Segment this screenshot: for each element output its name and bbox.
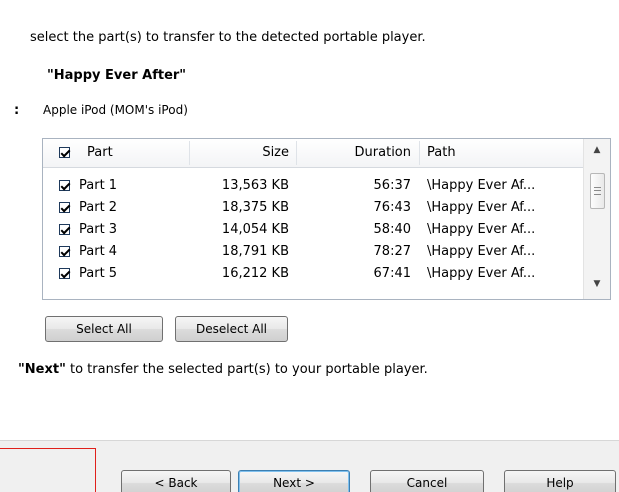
book-title: "Happy Ever After" bbox=[47, 68, 187, 83]
part-name: Part 1 bbox=[79, 178, 118, 193]
scrollbar-thumb[interactable] bbox=[590, 173, 605, 209]
help-button[interactable]: Help bbox=[504, 470, 616, 492]
parts-list[interactable]: Part Size Duration Path Part 1 13,563 KB… bbox=[42, 138, 611, 300]
column-header-size[interactable]: Size bbox=[193, 139, 289, 167]
next-instruction: "Next" to transfer the selected part(s) … bbox=[18, 362, 428, 377]
row-checkbox[interactable] bbox=[59, 224, 70, 235]
part-size: 13,563 KB bbox=[221, 178, 289, 193]
part-size: 18,375 KB bbox=[221, 200, 289, 215]
list-item[interactable]: Part 3 14,054 KB 58:40 \Happy Ever Af... bbox=[43, 219, 583, 241]
annotation-highlight-box bbox=[0, 448, 96, 492]
part-size: 16,212 KB bbox=[221, 266, 289, 281]
deselect-all-button[interactable]: Deselect All bbox=[175, 316, 288, 342]
row-checkbox[interactable] bbox=[59, 268, 70, 279]
part-name: Part 3 bbox=[79, 222, 118, 237]
row-checkbox[interactable] bbox=[59, 180, 70, 191]
part-duration: 67:41 bbox=[373, 266, 411, 281]
part-name: Part 5 bbox=[79, 266, 118, 281]
device-label-prefix: : bbox=[14, 103, 20, 118]
part-duration: 76:43 bbox=[373, 200, 411, 215]
back-button[interactable]: < Back bbox=[121, 470, 231, 492]
column-divider bbox=[419, 141, 420, 165]
scroll-up-arrow-icon[interactable]: ▲ bbox=[584, 139, 610, 161]
part-path: \Happy Ever Af... bbox=[427, 200, 536, 215]
part-path: \Happy Ever Af... bbox=[427, 266, 536, 281]
scroll-down-arrow-icon[interactable]: ▼ bbox=[584, 273, 610, 295]
select-all-checkbox[interactable] bbox=[59, 147, 70, 158]
cancel-button[interactable]: Cancel bbox=[370, 470, 484, 492]
list-item[interactable]: Part 1 13,563 KB 56:37 \Happy Ever Af... bbox=[43, 175, 583, 197]
footer-divider bbox=[0, 440, 619, 441]
row-checkbox[interactable] bbox=[59, 246, 70, 257]
list-rows: Part 1 13,563 KB 56:37 \Happy Ever Af...… bbox=[43, 175, 583, 285]
list-item[interactable]: Part 2 18,375 KB 76:43 \Happy Ever Af... bbox=[43, 197, 583, 219]
next-instruction-text: to transfer the selected part(s) to your… bbox=[65, 362, 428, 377]
part-size: 14,054 KB bbox=[221, 222, 289, 237]
part-duration: 58:40 bbox=[373, 222, 411, 237]
part-name: Part 2 bbox=[79, 200, 118, 215]
column-divider bbox=[296, 141, 297, 165]
next-keyword: "Next" bbox=[18, 362, 66, 377]
column-header-path[interactable]: Path bbox=[427, 139, 456, 167]
list-item[interactable]: Part 5 16,212 KB 67:41 \Happy Ever Af... bbox=[43, 263, 583, 285]
column-divider bbox=[189, 141, 190, 165]
part-duration: 56:37 bbox=[373, 178, 411, 193]
select-all-button[interactable]: Select All bbox=[45, 316, 163, 342]
intro-text: select the part(s) to transfer to the de… bbox=[30, 30, 426, 45]
next-button[interactable]: Next > bbox=[238, 470, 350, 492]
part-path: \Happy Ever Af... bbox=[427, 222, 536, 237]
device-name: Apple iPod (MOM's iPod) bbox=[43, 103, 188, 117]
part-path: \Happy Ever Af... bbox=[427, 178, 536, 193]
column-header-part[interactable]: Part bbox=[87, 139, 113, 167]
part-size: 18,791 KB bbox=[221, 244, 289, 259]
part-duration: 78:27 bbox=[373, 244, 411, 259]
vertical-scrollbar[interactable]: ▲ ▼ bbox=[583, 139, 610, 299]
list-header: Part Size Duration Path bbox=[43, 139, 583, 168]
column-header-duration[interactable]: Duration bbox=[301, 139, 411, 167]
list-item[interactable]: Part 4 18,791 KB 78:27 \Happy Ever Af... bbox=[43, 241, 583, 263]
transfer-dialog: select the part(s) to transfer to the de… bbox=[0, 0, 619, 492]
part-path: \Happy Ever Af... bbox=[427, 244, 536, 259]
row-checkbox[interactable] bbox=[59, 202, 70, 213]
part-name: Part 4 bbox=[79, 244, 118, 259]
